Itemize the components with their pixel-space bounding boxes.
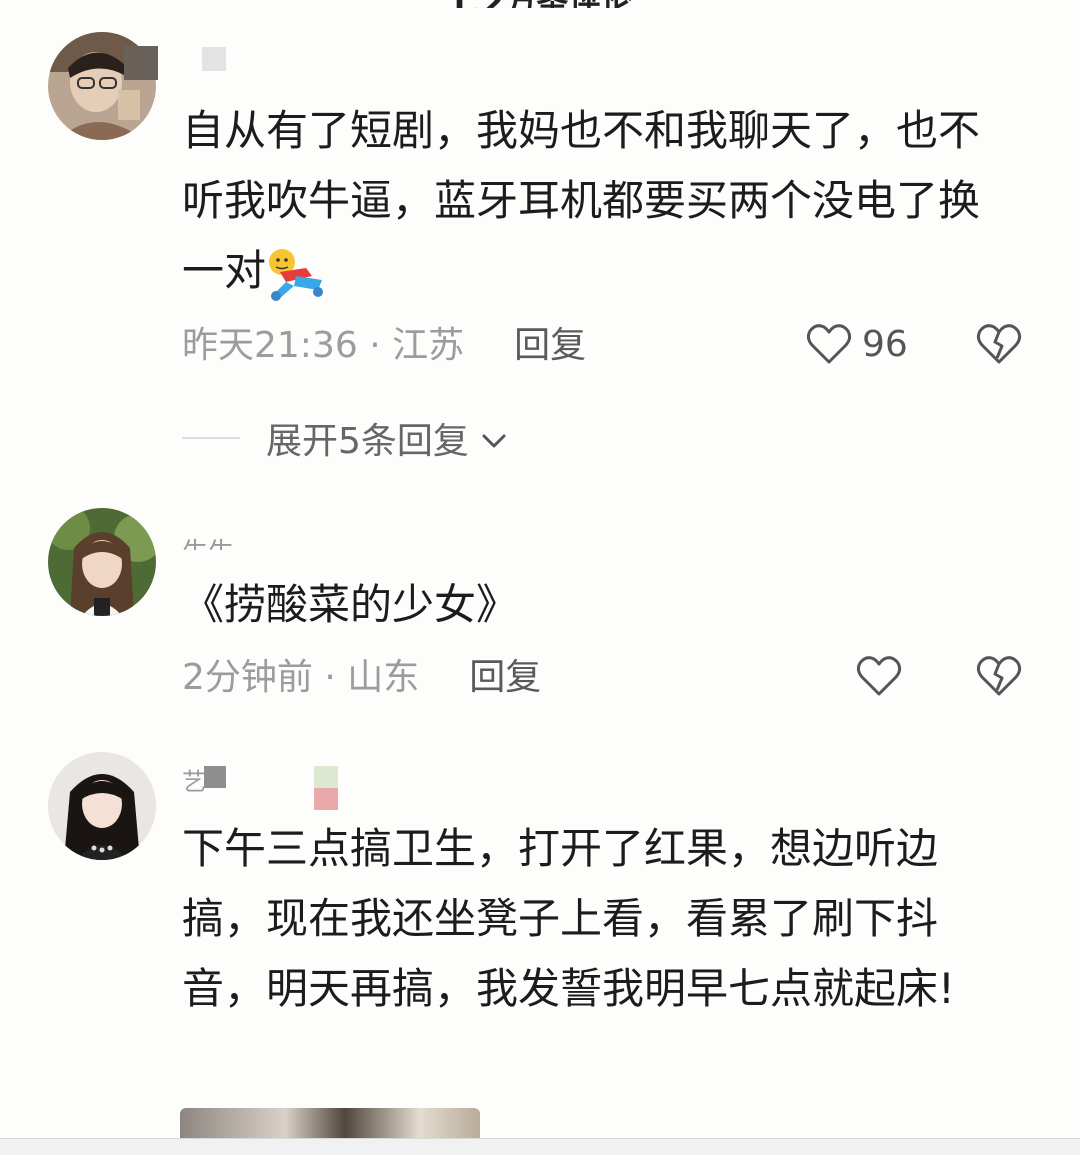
comment-time: 昨天21:36	[182, 325, 358, 366]
reply-button[interactable]: 回复	[469, 657, 541, 698]
avatar-badge	[124, 46, 158, 80]
comments-count-title: 1.2万条评论	[0, 0, 1080, 8]
dislike-button[interactable]	[976, 322, 1022, 366]
username-redacted	[314, 766, 338, 788]
like-button[interactable]	[856, 654, 902, 698]
chevron-down-icon	[481, 418, 507, 459]
comment-meta: 2分钟前 · 山东 回复	[182, 657, 542, 698]
heart-outline-icon	[806, 322, 852, 366]
divider-line	[182, 437, 240, 439]
like-count: 96	[862, 323, 908, 365]
like-button[interactable]: 96	[806, 322, 908, 366]
comment-meta: 昨天21:36 · 江苏 回复	[182, 325, 587, 366]
comment-time: 2分钟前	[182, 657, 313, 698]
expand-replies-button[interactable]: 展开5条回复	[182, 412, 507, 464]
comment-text: 自从有了短剧，我妈也不和我聊天了，也不听我吹牛逼，蓝牙耳机都要买两个没电了换一对	[182, 96, 1002, 306]
username-redacted	[202, 47, 226, 71]
username-redacted	[204, 766, 226, 788]
username-redacted	[314, 788, 338, 810]
dislike-button[interactable]	[976, 654, 1022, 698]
comment-location: 山东	[347, 657, 420, 698]
lying-down-emoji-icon	[266, 246, 326, 302]
avatar[interactable]	[48, 752, 156, 860]
comment-image[interactable]	[180, 1108, 480, 1138]
comment-text: 《捞酸菜的少女》	[182, 580, 519, 629]
bottom-divider	[0, 1138, 1080, 1155]
comment-location: 江苏	[392, 325, 465, 366]
username[interactable]: 艺	[182, 762, 206, 792]
username[interactable]: 生生	[182, 532, 234, 550]
broken-heart-icon	[976, 654, 1022, 698]
expand-replies-label: 展开5条回复	[266, 421, 469, 462]
avatar[interactable]	[48, 508, 156, 616]
heart-outline-icon	[856, 654, 902, 698]
reply-button[interactable]: 回复	[514, 325, 586, 366]
comment-text: 下午三点搞卫生，打开了红果，想边听边搞，现在我还坐凳子上看，看累了刷下抖音，明天…	[182, 824, 955, 1013]
broken-heart-icon	[976, 322, 1022, 366]
